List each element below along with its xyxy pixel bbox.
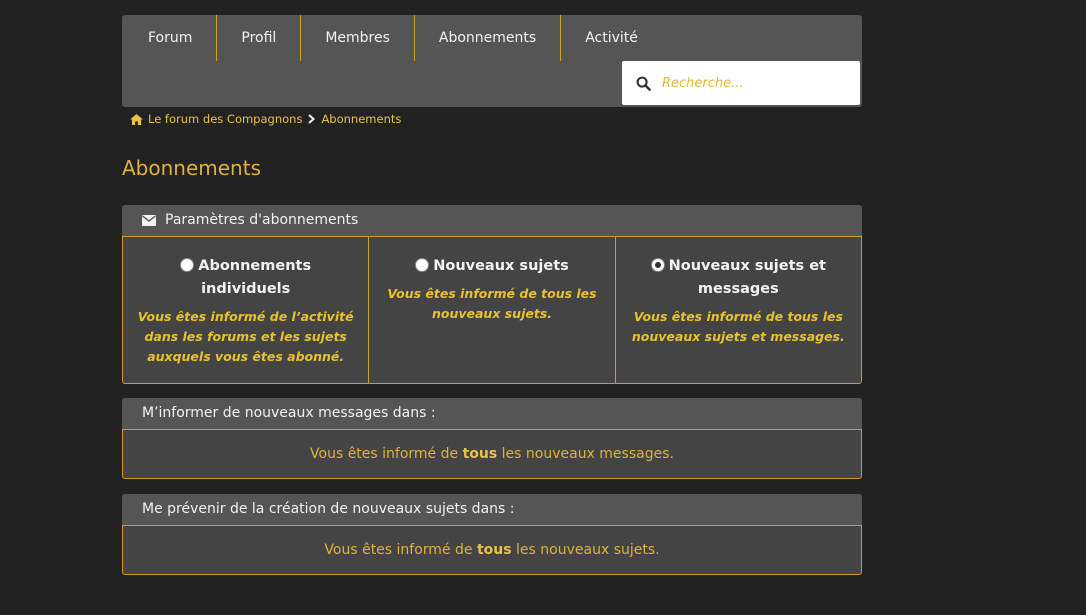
messages-panel-body: Vous êtes informé de tous les nouveaux m… bbox=[122, 429, 862, 479]
radio-new-topics[interactable] bbox=[415, 258, 430, 272]
chevron-right-icon bbox=[308, 114, 316, 124]
page-title: Abonnements bbox=[122, 156, 261, 180]
radio-new-topics-and-messages[interactable] bbox=[650, 258, 665, 272]
top-navbar: Forum Profil Membres Abonnements Activit… bbox=[122, 15, 862, 107]
topics-panel-body: Vous êtes informé de tous les nouveaux s… bbox=[122, 525, 862, 575]
info-text: Vous êtes informé de bbox=[310, 446, 463, 462]
new-topics-panel: Me prévenir de la création de nouveaux s… bbox=[122, 494, 862, 575]
settings-panel-title: Paramètres d'abonnements bbox=[165, 212, 359, 228]
option-label-text[interactable]: Abonnements individuels bbox=[198, 258, 311, 297]
option-label[interactable]: Nouveaux sujets et messages bbox=[630, 255, 847, 301]
option-label-text[interactable]: Nouveaux sujets et messages bbox=[669, 258, 826, 297]
option-label[interactable]: Abonnements individuels bbox=[137, 255, 354, 301]
info-text: les nouveaux messages. bbox=[497, 446, 674, 462]
messages-info: Vous êtes informé de tous les nouveaux m… bbox=[123, 430, 861, 478]
home-icon[interactable] bbox=[130, 113, 143, 125]
info-text: les nouveaux sujets. bbox=[511, 542, 660, 558]
option-description: Vous êtes informé de tous les nouveaux s… bbox=[387, 286, 597, 321]
option-description: Vous êtes informé de tous les nouveaux s… bbox=[631, 309, 845, 344]
search-box[interactable] bbox=[622, 61, 860, 105]
info-bold: tous bbox=[462, 446, 498, 462]
nav-item-profil[interactable]: Profil bbox=[217, 15, 302, 61]
option-label-text[interactable]: Nouveaux sujets bbox=[433, 258, 569, 274]
breadcrumb-home-link[interactable]: Le forum des Compagnons bbox=[148, 112, 302, 126]
breadcrumb-current[interactable]: Abonnements bbox=[321, 112, 401, 126]
settings-panel-header: Paramètres d'abonnements bbox=[122, 205, 862, 236]
info-bold: tous bbox=[476, 542, 512, 558]
option-description: Vous êtes informé de l’activité dans les… bbox=[137, 309, 354, 364]
nav-item-activite[interactable]: Activité bbox=[561, 15, 662, 61]
nav-menu: Forum Profil Membres Abonnements Activit… bbox=[122, 15, 862, 61]
nav-item-forum[interactable]: Forum bbox=[124, 15, 218, 61]
nav-item-abonnements[interactable]: Abonnements bbox=[415, 15, 562, 61]
topics-panel-header: Me prévenir de la création de nouveaux s… bbox=[122, 494, 862, 525]
breadcrumb: Le forum des Compagnons Abonnements bbox=[130, 112, 401, 126]
option-new-topics: Nouveaux sujets Vous êtes informé de tou… bbox=[369, 237, 616, 383]
topics-info: Vous êtes informé de tous les nouveaux s… bbox=[123, 526, 861, 574]
settings-panel-body: Abonnements individuels Vous êtes inform… bbox=[122, 236, 862, 384]
option-label[interactable]: Nouveaux sujets bbox=[383, 255, 600, 278]
radio-individual[interactable] bbox=[180, 258, 195, 272]
info-text: Vous êtes informé de bbox=[324, 542, 477, 558]
search-input[interactable] bbox=[660, 74, 854, 92]
new-messages-panel: M’informer de nouveaux messages dans : V… bbox=[122, 398, 862, 479]
option-individual: Abonnements individuels Vous êtes inform… bbox=[123, 237, 370, 383]
option-new-topics-and-messages: Nouveaux sujets et messages Vous êtes in… bbox=[616, 237, 861, 383]
subscription-settings-panel: Paramètres d'abonnements Abonnements ind… bbox=[122, 205, 862, 384]
search-icon[interactable] bbox=[622, 76, 660, 91]
nav-item-membres[interactable]: Membres bbox=[301, 15, 415, 61]
messages-panel-header: M’informer de nouveaux messages dans : bbox=[122, 398, 862, 429]
envelope-icon bbox=[142, 215, 156, 226]
